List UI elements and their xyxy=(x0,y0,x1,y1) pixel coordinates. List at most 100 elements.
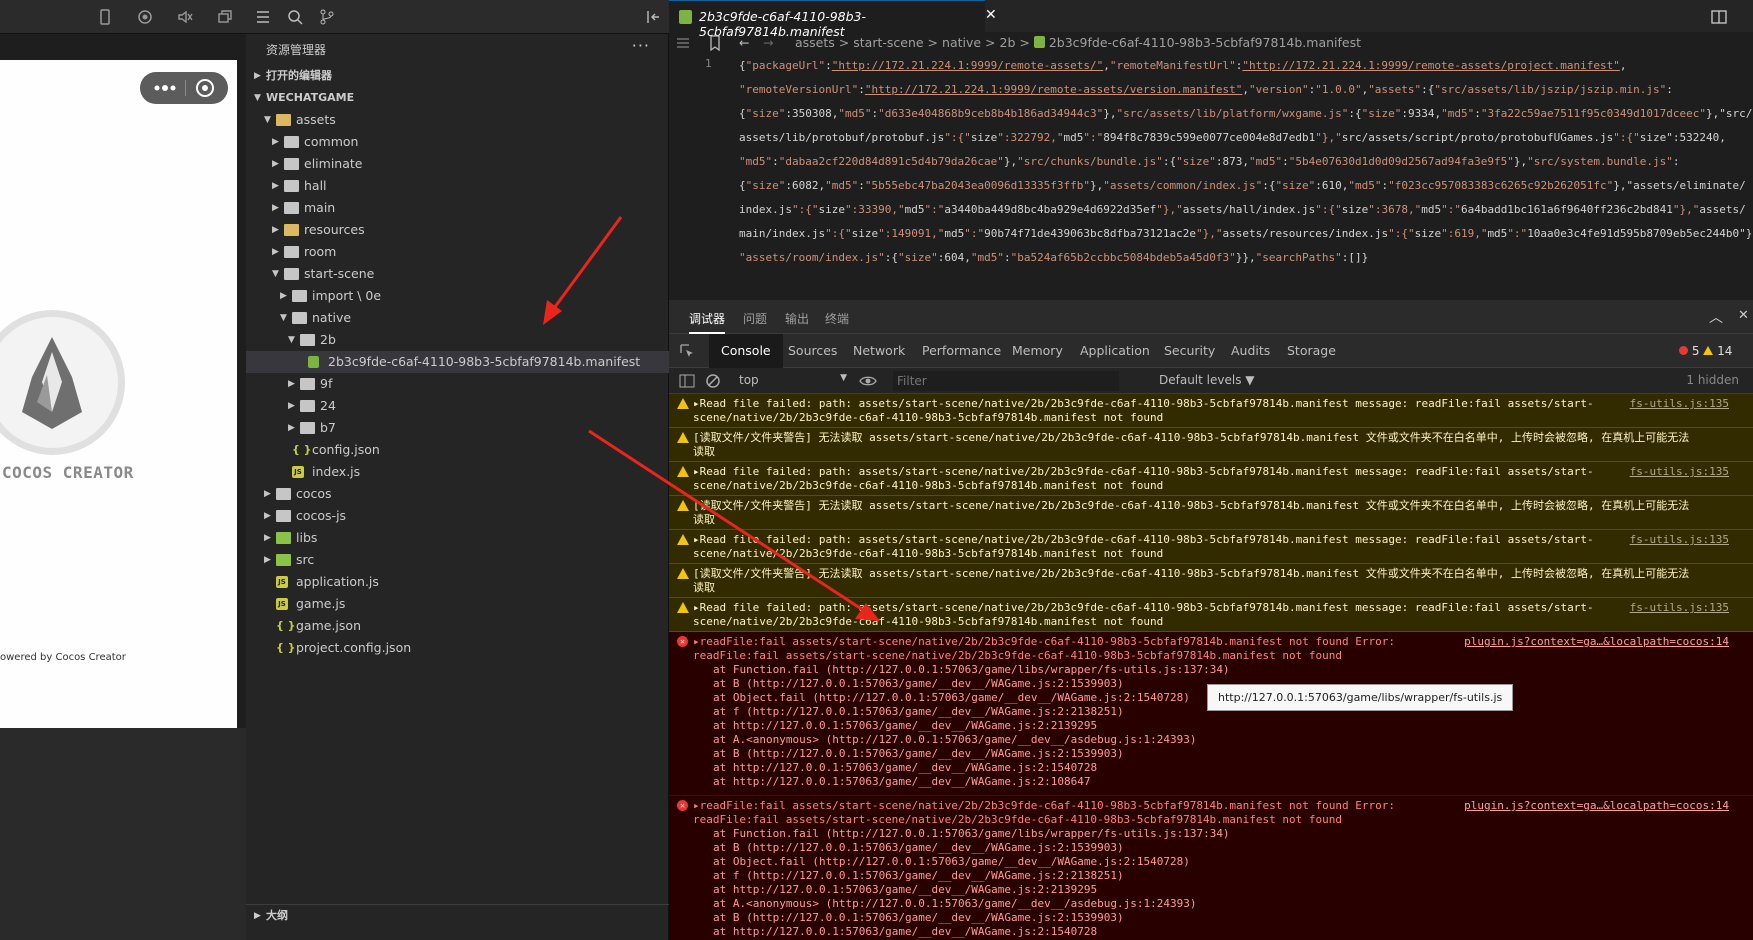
stack-frame-link[interactable]: at B (http://127.0.0.1:57063/game/__dev_… xyxy=(713,841,1230,855)
tree-item[interactable]: ▼ 2b xyxy=(246,329,669,351)
chevron-up-icon[interactable]: ︿ xyxy=(1709,307,1723,327)
tree-item[interactable]: { } project.config.json xyxy=(246,637,669,659)
stack-frame-link[interactable]: at Function.fail (http://127.0.0.1:57063… xyxy=(713,663,1230,677)
stack-frame-link[interactable]: at Function.fail (http://127.0.0.1:57063… xyxy=(713,827,1230,841)
source-link[interactable]: plugin.js?context=ga…&localpath=cocos:14 xyxy=(1464,799,1729,813)
panel-audits[interactable]: Audits xyxy=(1231,343,1270,358)
mute-icon[interactable] xyxy=(176,8,194,26)
tree-item[interactable]: ▶ 9f xyxy=(246,373,669,395)
phone-icon[interactable] xyxy=(96,8,114,26)
tree-item[interactable]: ▶ cocos-js xyxy=(246,505,669,527)
panel-security[interactable]: Security xyxy=(1164,343,1215,358)
tree-item[interactable]: { } game.json xyxy=(246,615,669,637)
list-icon[interactable] xyxy=(254,8,272,26)
list-icon[interactable] xyxy=(675,36,691,50)
source-link[interactable]: plugin.js?context=ga…&localpath=cocos:14 xyxy=(1464,635,1729,649)
eye-icon[interactable] xyxy=(859,373,877,389)
tree-item[interactable]: ▶ cocos xyxy=(246,483,669,505)
close-tab-icon[interactable]: ✕ xyxy=(985,7,997,23)
console-warning[interactable]: ▸Read file failed: path: assets/start-sc… xyxy=(669,598,1753,632)
tab-debugger[interactable]: 调试器 xyxy=(689,310,726,334)
levels-select[interactable]: Default levels ▼ xyxy=(1159,373,1255,387)
console-warning[interactable]: ▸Read file failed: path: assets/start-sc… xyxy=(669,530,1753,564)
tree-item[interactable]: ▼ start-scene xyxy=(246,263,669,285)
collapse-panel-icon[interactable] xyxy=(644,8,662,26)
source-link[interactable]: fs-utils.js:135 xyxy=(1630,601,1729,615)
console-error[interactable]: ✕ ▸readFile:fail assets/start-scene/nativ… xyxy=(669,796,1753,940)
close-circle-icon[interactable] xyxy=(196,79,214,97)
tree-item[interactable]: 2b3c9fde-c6af-4110-98b3-5cbfaf97814b.man… xyxy=(246,351,669,373)
stack-frame-link[interactable]: at f (http://127.0.0.1:57063/game/__dev_… xyxy=(713,869,1230,883)
panel-memory[interactable]: Memory xyxy=(1012,343,1063,358)
tree-item[interactable]: ▶ main xyxy=(246,197,669,219)
workspace-section[interactable]: ▼ WECHATGAME xyxy=(246,87,669,109)
stack-frame-link[interactable]: at B (http://127.0.0.1:57063/game/__dev_… xyxy=(713,677,1230,691)
stack-frame-link[interactable]: at A.<anonymous> (http://127.0.0.1:57063… xyxy=(713,733,1230,747)
menu-capsule[interactable] xyxy=(140,72,228,104)
tree-item[interactable]: ▶ common xyxy=(246,131,669,153)
stack-frame-link[interactable]: at http://127.0.0.1:57063/game/__dev__/W… xyxy=(713,775,1230,789)
tree-item[interactable]: ▶ import \ 0e xyxy=(246,285,669,307)
console-warning[interactable]: [读取文件/文件夹警告] 无法读取 assets/start-scene/nat… xyxy=(669,428,1753,462)
tree-item[interactable]: ▶ libs xyxy=(246,527,669,549)
filter-input[interactable] xyxy=(893,371,1119,391)
search-icon[interactable] xyxy=(286,8,304,26)
context-select[interactable]: top ▼ xyxy=(739,373,847,387)
panel-performance[interactable]: Performance xyxy=(922,343,1001,358)
console-warning[interactable]: ▸Read file failed: path: assets/start-sc… xyxy=(669,462,1753,496)
more-dots-icon[interactable] xyxy=(154,85,176,91)
issue-counts[interactable]: 5 14 xyxy=(1679,344,1732,358)
tree-item[interactable]: JS application.js xyxy=(246,571,669,593)
tab-output[interactable]: 输出 xyxy=(785,310,809,327)
crumb-start-scene[interactable]: start-scene xyxy=(853,35,923,50)
sidebar-toggle-icon[interactable] xyxy=(679,373,695,389)
stack-frame-link[interactable]: at A.<anonymous> (http://127.0.0.1:57063… xyxy=(713,897,1230,911)
more-actions-icon[interactable]: ··· xyxy=(632,36,650,55)
tree-item[interactable]: JS index.js xyxy=(246,461,669,483)
stack-frame-link[interactable]: at http://127.0.0.1:57063/game/__dev__/W… xyxy=(713,719,1230,733)
record-icon[interactable] xyxy=(136,8,154,26)
crumb-2b[interactable]: 2b xyxy=(1000,35,1016,50)
window-icon[interactable] xyxy=(216,8,234,26)
stack-frame-link[interactable]: at http://127.0.0.1:57063/game/__dev__/W… xyxy=(713,883,1230,897)
tree-item[interactable]: ▶ room xyxy=(246,241,669,263)
source-link[interactable]: fs-utils.js:135 xyxy=(1630,533,1729,547)
open-editors-section[interactable]: ▶ 打开的编辑器 xyxy=(246,65,669,87)
stack-frame-link[interactable]: at Object.fail (http://127.0.0.1:57063/g… xyxy=(713,855,1230,869)
tree-item[interactable]: ▼ native xyxy=(246,307,669,329)
stack-frame-link[interactable]: at Object.fail (http://127.0.0.1:57063/g… xyxy=(713,691,1230,705)
tree-item[interactable]: ▶ b7 xyxy=(246,417,669,439)
tree-item[interactable]: ▶ eliminate xyxy=(246,153,669,175)
back-arrow-icon[interactable]: ← xyxy=(739,32,749,54)
tree-item[interactable]: JS game.js xyxy=(246,593,669,615)
panel-console[interactable]: Console xyxy=(709,334,783,368)
tree-item[interactable]: ▶ hall xyxy=(246,175,669,197)
panel-network[interactable]: Network xyxy=(853,343,905,358)
stack-frame-link[interactable]: at http://127.0.0.1:57063/game/__dev__/W… xyxy=(713,761,1230,775)
tree-item[interactable]: { } config.json xyxy=(246,439,669,461)
forward-arrow-icon[interactable]: → xyxy=(763,32,773,54)
panel-storage[interactable]: Storage xyxy=(1287,343,1336,358)
stack-frame-link[interactable]: at B (http://127.0.0.1:57063/game/__dev_… xyxy=(713,911,1230,925)
code-content[interactable]: {"packageUrl":"http://172.21.224.1:9999/… xyxy=(739,54,1753,270)
simulator-screen[interactable]: COCOS CREATOR owered by Cocos Creator xyxy=(0,60,237,728)
clear-console-icon[interactable] xyxy=(705,373,721,389)
stack-frame-link[interactable]: at f (http://127.0.0.1:57063/game/__dev_… xyxy=(713,705,1230,719)
stack-frame-link[interactable]: at B (http://127.0.0.1:57063/game/__dev_… xyxy=(713,747,1230,761)
editor-tab-manifest[interactable]: 2b3c9fde-c6af-4110-98b3-5cbfaf97814b.man… xyxy=(669,0,985,39)
inspect-icon[interactable] xyxy=(679,343,695,359)
tree-item[interactable]: ▶ 24 xyxy=(246,395,669,417)
tab-terminal[interactable]: 终端 xyxy=(825,310,849,327)
console-warning[interactable]: [读取文件/文件夹警告] 无法读取 assets/start-scene/nat… xyxy=(669,564,1753,598)
console-warning[interactable]: [读取文件/文件夹警告] 无法读取 assets/start-scene/nat… xyxy=(669,496,1753,530)
source-control-icon[interactable] xyxy=(318,8,336,26)
crumb-assets[interactable]: assets xyxy=(795,35,835,50)
console-warning[interactable]: ▸Read file failed: path: assets/start-sc… xyxy=(669,394,1753,428)
stack-frame-link[interactable]: at http://127.0.0.1:57063/game/__dev__/W… xyxy=(713,925,1230,939)
bookmark-icon[interactable] xyxy=(709,35,721,51)
console-error[interactable]: ✕ ▸readFile:fail assets/start-scene/nativ… xyxy=(669,632,1753,796)
panel-sources[interactable]: Sources xyxy=(788,343,837,358)
source-link[interactable]: fs-utils.js:135 xyxy=(1630,465,1729,479)
crumb-native[interactable]: native xyxy=(942,35,981,50)
outline-section[interactable]: ▶ 大纲 xyxy=(246,904,669,926)
